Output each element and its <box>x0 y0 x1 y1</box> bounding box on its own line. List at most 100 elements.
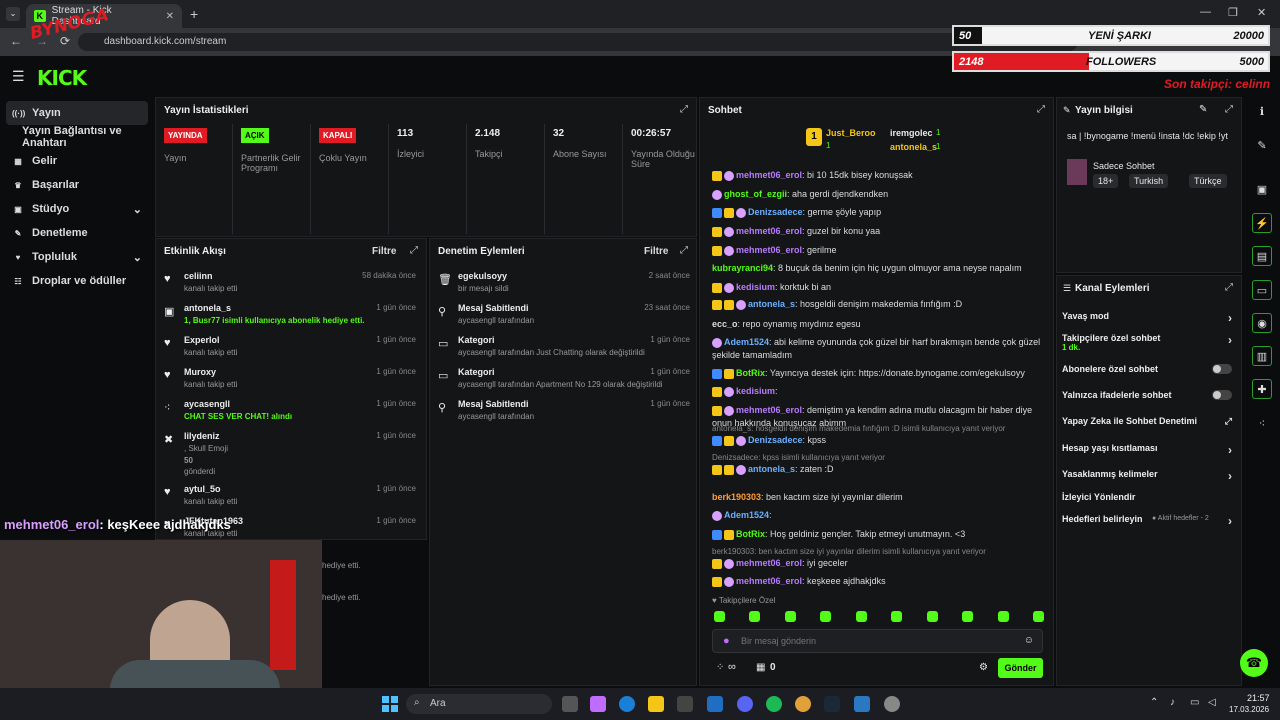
discord-icon[interactable] <box>737 696 753 712</box>
broadcast-icon[interactable]: ◉ <box>1252 313 1272 333</box>
channel-action-row[interactable]: Hedefleri belirleyin ● Aktif hedefler - 2… <box>1062 514 1232 530</box>
close-window-icon[interactable]: ✕ <box>1257 6 1266 19</box>
windows-start-icon[interactable] <box>382 696 398 712</box>
mod-action-item[interactable]: ▭ Kategori aycasengll tarafından Apartment… <box>438 367 690 397</box>
chevron-right-icon[interactable]: › <box>1228 514 1232 528</box>
channel-action-row[interactable]: Takipçilere özel sohbet 1 dk. › <box>1062 333 1232 352</box>
chat-username[interactable]: antonela_s <box>748 299 795 309</box>
chat-message[interactable]: berk190303: ben kactım size iyi yayınlar… <box>712 547 1048 570</box>
chat-username[interactable]: mehmet06_erol <box>736 226 802 236</box>
task-view-icon[interactable] <box>562 696 578 712</box>
sidebar-item-0[interactable]: ((·)) Yayın <box>6 101 148 125</box>
chat-username[interactable]: berk190303 <box>712 492 761 502</box>
pencil-icon[interactable]: ✎ <box>1252 136 1272 156</box>
chevron-right-icon[interactable]: › <box>1228 443 1232 457</box>
mail-icon[interactable] <box>707 696 723 712</box>
chat-username[interactable]: kedisium <box>736 386 775 396</box>
channel-action-row[interactable]: Yavaş mod › <box>1062 311 1232 327</box>
chat-message[interactable]: mehmet06_erol: bi 10 15dk bisey konuşsak <box>712 169 1048 182</box>
send-button[interactable]: Gönder <box>998 658 1043 678</box>
menu-icon[interactable]: ☰ <box>12 68 25 85</box>
chat-input-box[interactable]: ● ☺ <box>712 629 1043 653</box>
toggle-switch[interactable] <box>1212 390 1232 400</box>
channel-action-row[interactable]: İzleyici Yönlendir <box>1062 492 1232 508</box>
chat-message[interactable]: mehmet06_erol: keşkeee ajdhakjdks <box>712 575 1048 588</box>
chat-username[interactable]: Denizsadece <box>748 207 803 217</box>
drops-icon[interactable]: ⁖ <box>1252 414 1272 434</box>
chat-username[interactable]: Denizsadece <box>748 435 803 445</box>
mod-action-item[interactable]: 🗑 egekulsoyy bir mesajı sildi 2 saat önce <box>438 271 690 301</box>
chevron-down-icon[interactable]: ⌄ <box>133 203 142 216</box>
network-icon[interactable]: ▭ <box>1190 697 1199 708</box>
explorer-icon[interactable] <box>648 696 664 712</box>
activity-item[interactable]: ♥ aytul_5o kanalı takip etti 1 gün önce <box>164 484 416 514</box>
mod-action-item[interactable]: ⚲ Mesaj Sabitlendi aycasengll tarafından 23… <box>438 303 690 333</box>
chat-username[interactable]: BotRix <box>736 529 765 539</box>
emote-icon[interactable] <box>784 611 796 622</box>
kicks-icon[interactable]: ▦ <box>756 662 765 673</box>
support-icon[interactable]: ☎ <box>1240 649 1268 677</box>
tray-chevron-icon[interactable]: ⌃ <box>1150 697 1158 708</box>
info-icon[interactable]: ℹ <box>1252 102 1272 122</box>
tab-list-icon[interactable]: ⌄ <box>6 7 20 21</box>
chat-message[interactable]: mehmet06_erol: guzel bir konu yaa <box>712 225 1048 238</box>
wrench-icon[interactable]: ✚ <box>1252 379 1272 399</box>
chat-username[interactable]: BotRix <box>736 368 765 378</box>
chat-message[interactable]: BotRix: Yayıncıya destek için: https://d… <box>712 367 1048 380</box>
chevron-right-icon[interactable]: › <box>1228 333 1232 347</box>
external-link-icon[interactable]: ⤢ <box>1225 416 1232 427</box>
minimize-icon[interactable]: — <box>1200 6 1211 18</box>
chat-message[interactable]: antonela_s: hosgeldii denişim makedemia … <box>712 298 1048 311</box>
emote-icon[interactable] <box>749 611 761 622</box>
emote-icon[interactable] <box>926 611 938 622</box>
store-icon[interactable] <box>677 696 693 712</box>
close-tab-icon[interactable]: ✕ <box>166 11 174 22</box>
expand-icon[interactable]: ⤢ <box>410 245 418 256</box>
volume-icon[interactable]: ◁ <box>1208 697 1216 708</box>
points-icon[interactable]: ⁘ <box>716 662 724 673</box>
chat-message[interactable]: kedisium: <box>712 385 1048 398</box>
chat-username[interactable]: ghost_of_ezgii <box>724 189 787 199</box>
sidebar-item-6[interactable]: ♥ Topluluk ⌄ <box>6 245 148 269</box>
mic-tray-icon[interactable]: ♪ <box>1170 697 1175 708</box>
channel-action-row[interactable]: Yasaklanmış kelimeler › <box>1062 469 1232 485</box>
emote-icon[interactable] <box>1032 611 1044 622</box>
sidebar-item-2[interactable]: ▦ Gelir <box>6 149 148 173</box>
chat-message[interactable]: ghost_of_ezgii: aha gerdi djendkendken <box>712 188 1048 201</box>
edge-icon[interactable] <box>619 696 635 712</box>
url-field[interactable]: dashboard.kick.com/stream <box>78 33 1078 51</box>
back-icon[interactable]: ← <box>10 34 22 48</box>
chat-message[interactable]: kedisium: korktuk bi an <box>712 281 1048 294</box>
expand-icon[interactable]: ⤢ <box>680 104 688 115</box>
top-gifter-name[interactable]: Just_Beroo <box>826 128 876 138</box>
emoji-icon[interactable]: ☺ <box>1024 635 1034 646</box>
activity-item[interactable]: ♥ Muroxy kanalı takip etti 1 gün önce <box>164 367 416 397</box>
edit-icon[interactable]: ✎ <box>1199 104 1207 115</box>
stream-tag[interactable]: 18+ <box>1093 174 1119 188</box>
clock-date[interactable]: 17.03.2026 <box>1229 705 1269 714</box>
activity-item[interactable]: ♥ celiinn kanalı takip etti 58 dakika önce <box>164 271 416 301</box>
activity-item[interactable]: ⁖ aycasengll CHAT SES VER CHAT! alındı 1 gü… <box>164 399 416 429</box>
category-name[interactable]: Sadece Sohbet <box>1093 161 1155 171</box>
channel-action-row[interactable]: Abonelere özel sohbet <box>1062 364 1232 380</box>
activity-filter-button[interactable]: Filtre <box>372 246 396 257</box>
channel-action-row[interactable]: Yalnızca ifadelerle sohbet <box>1062 390 1232 406</box>
chevron-right-icon[interactable]: › <box>1228 469 1232 483</box>
expand-icon[interactable]: ⤢ <box>1225 104 1233 115</box>
mic-icon[interactable]: ● <box>723 635 730 647</box>
gifter-3-name[interactable]: antonela_s <box>890 142 937 152</box>
expand-icon[interactable]: ⤢ <box>680 245 688 256</box>
chat-username[interactable]: kedisium <box>736 282 775 292</box>
chat-message[interactable]: ecc_o: repo oynamış mıydınız egesu <box>712 318 1048 331</box>
stream-tag[interactable]: Turkish <box>1129 174 1169 188</box>
emote-icon[interactable] <box>962 611 974 622</box>
activity-item[interactable]: ♥ Experlol kanalı takip etti 1 gün önce <box>164 335 416 365</box>
app-icon[interactable] <box>854 696 870 712</box>
mod-filter-button[interactable]: Filtre <box>644 246 668 257</box>
screen-icon[interactable]: ▣ <box>1252 180 1272 200</box>
sidebar-item-1[interactable]: Yayın Bağlantısı ve Anahtarı <box>6 125 148 149</box>
spotify-icon[interactable] <box>766 696 782 712</box>
notes-icon[interactable]: ▤ <box>1252 246 1272 266</box>
toggle-switch[interactable] <box>1212 364 1232 374</box>
chat-username[interactable]: mehmet06_erol <box>736 245 802 255</box>
